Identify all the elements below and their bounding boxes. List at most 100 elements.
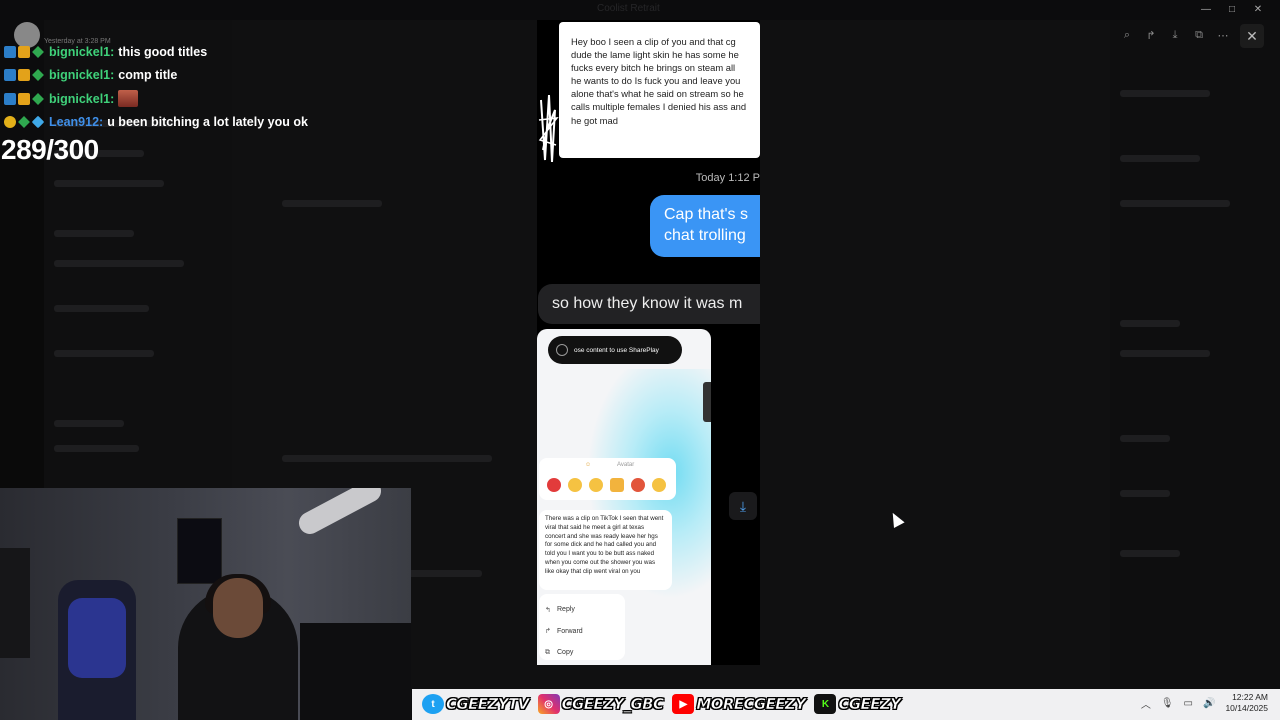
window-title: Coolist Retrait <box>597 3 660 14</box>
phone-screenshot: ose content to use SharePlay ☺ Avatar Th… <box>537 329 711 665</box>
emoji-tab-icon: ☺ <box>585 462 592 468</box>
received-message-card: Hey boo I seen a clip of you and that cg… <box>559 22 760 158</box>
menu-item-copy[interactable]: ⧉ Copy <box>545 642 619 664</box>
chat-text: comp title <box>118 68 178 83</box>
chat-username: bignickel1: <box>49 91 115 106</box>
sent-message-line: Cap that's s <box>664 206 748 223</box>
social-label: CGEEZYTV <box>446 695 530 714</box>
menu-item-label: Forward <box>557 627 583 635</box>
viewer-close-button[interactable]: ✕ <box>1240 24 1264 48</box>
prime-badge-icon <box>4 69 16 82</box>
sent-message-line: chat trolling <box>664 227 746 244</box>
message-timestamp: Today 1:12 P <box>695 172 760 184</box>
menu-item-reply[interactable]: ↰ Reply <box>545 599 619 621</box>
youtube-icon: ▶ <box>672 694 695 714</box>
tiktok-message: There was a clip on TikTok I seen that w… <box>539 510 672 590</box>
chat-username: bignickel1: <box>49 68 115 83</box>
chat-message: Lean912: u been bitching a lot lately yo… <box>4 111 334 135</box>
received-message-bubble: so how they know it was m <box>538 284 760 324</box>
screen: Coolist Retrait — □ ✕ ⌕ ↱ ⤓ ⧉ ⋯ ✕ Yester… <box>0 0 1280 720</box>
social-banner: t CGEEZYTV ◎ CGEEZY_GBC ▶ MORECGEEZY K C… <box>422 694 905 714</box>
volume-icon[interactable]: 🔊 <box>1203 698 1215 709</box>
clock-time: 12:22 AM <box>1232 692 1268 702</box>
context-menu: ↰ Reply ↱ Forward ⧉ Copy <box>539 594 625 660</box>
vip-badge-icon <box>18 116 30 129</box>
prime-badge-icon <box>4 92 16 105</box>
chat-text: u been bitching a lot lately you ok <box>107 115 308 130</box>
server-sidebar <box>0 160 44 490</box>
taskbar: t CGEEZYTV ◎ CGEEZY_GBC ▶ MORECGEEZY K C… <box>412 689 1280 720</box>
laugh-reaction-icon[interactable] <box>568 478 582 492</box>
avatar-tab: Avatar <box>617 462 635 468</box>
copy-icon: ⧉ <box>545 648 550 656</box>
social-kick: K CGEEZY <box>814 694 901 714</box>
angry-reaction-icon[interactable] <box>631 478 645 492</box>
download-icon[interactable]: ⤓ <box>1166 26 1184 44</box>
twitter-icon: t <box>422 694 444 714</box>
chat-username: bignickel1: <box>49 44 115 59</box>
minimize-button[interactable]: — <box>1198 1 1214 17</box>
menu-item-label: Reply <box>557 606 575 614</box>
vip-badge-icon <box>32 45 44 58</box>
member-list <box>1110 20 1280 690</box>
cry-laugh-reaction-icon[interactable] <box>589 478 603 492</box>
open-external-icon[interactable]: ⧉ <box>1190 26 1208 44</box>
share-icon[interactable]: ↱ <box>1142 26 1160 44</box>
social-label: CGEEZY_GBC <box>561 695 664 714</box>
kick-icon: K <box>814 694 837 714</box>
microphone-icon[interactable]: 🎙 <box>1161 698 1174 709</box>
menu-item-forward[interactable]: ↱ Forward <box>545 621 619 643</box>
vip-badge-icon <box>32 92 44 105</box>
system-tray: ︿ 🎙 ▭ 🔊 12:22 AM 10/14/2025 <box>1141 692 1268 714</box>
clock-date: 10/14/2025 <box>1225 703 1268 713</box>
webcam-feed <box>0 488 411 720</box>
chat-message: bignickel1: this good titles <box>4 40 334 64</box>
forward-icon: ↱ <box>545 628 551 636</box>
shareplay-text: ose content to use SharePlay <box>574 346 659 354</box>
sub-badge-icon <box>18 69 30 82</box>
sub-badge-icon <box>18 45 30 58</box>
thinking-reaction-icon[interactable] <box>652 478 666 492</box>
heart-reaction-icon[interactable] <box>547 478 561 492</box>
wall-poster <box>177 518 222 584</box>
opened-image: Hey boo I seen a clip of you and that cg… <box>537 20 760 665</box>
goal-counter: 289/300 <box>1 134 99 165</box>
chat-text: this good titles <box>118 44 208 59</box>
zoom-icon[interactable]: ⌕ <box>1118 26 1136 44</box>
clock[interactable]: 12:22 AM 10/14/2025 <box>1225 692 1268 714</box>
sub-badge-icon <box>18 92 30 105</box>
window-controls: — □ ✕ <box>1198 1 1266 17</box>
shareplay-icon <box>556 344 568 356</box>
reaction-row <box>547 478 666 492</box>
redaction-scribble <box>538 94 559 163</box>
viewer-toolbar: ⌕ ↱ ⤓ ⧉ ⋯ <box>1118 26 1232 44</box>
social-instagram: ◎ CGEEZY_GBC <box>537 694 664 714</box>
prime-badge-icon <box>4 45 16 58</box>
menu-item-label: Copy <box>557 649 574 657</box>
social-label: MORECGEEZY <box>696 695 806 714</box>
reply-icon: ↰ <box>545 606 551 614</box>
window-close-button[interactable]: ✕ <box>1250 1 1266 17</box>
sent-message-bubble: Cap that's s chat trolling <box>650 195 760 257</box>
shareplay-pill: ose content to use SharePlay <box>548 336 682 364</box>
diamond-badge-icon <box>31 115 45 129</box>
reaction-picker: ☺ Avatar <box>539 458 676 500</box>
maximize-button[interactable]: □ <box>1224 1 1240 17</box>
chat-message: bignickel1: <box>4 87 334 111</box>
social-label: CGEEZY <box>838 695 901 714</box>
chevron-up-icon[interactable]: ︿ <box>1141 696 1151 711</box>
chat-username: Lean912: <box>49 115 104 130</box>
scroll-handle <box>703 382 711 422</box>
save-image-button[interactable]: ⤓ <box>729 492 757 520</box>
vip-badge-icon <box>32 69 44 82</box>
network-icon[interactable]: ▭ <box>1184 698 1193 709</box>
bits-badge-icon <box>4 116 16 129</box>
thumbs-up-reaction-icon[interactable] <box>610 478 624 492</box>
emote-icon <box>118 90 139 108</box>
chat-message: bignickel1: comp title <box>4 64 334 88</box>
social-twitter: t CGEEZYTV <box>422 694 529 714</box>
more-icon[interactable]: ⋯ <box>1214 26 1232 44</box>
instagram-icon: ◎ <box>537 694 560 714</box>
social-youtube: ▶ MORECGEEZY <box>672 694 806 714</box>
stream-chat-overlay: bignickel1: this good titles bignickel1:… <box>4 40 334 134</box>
